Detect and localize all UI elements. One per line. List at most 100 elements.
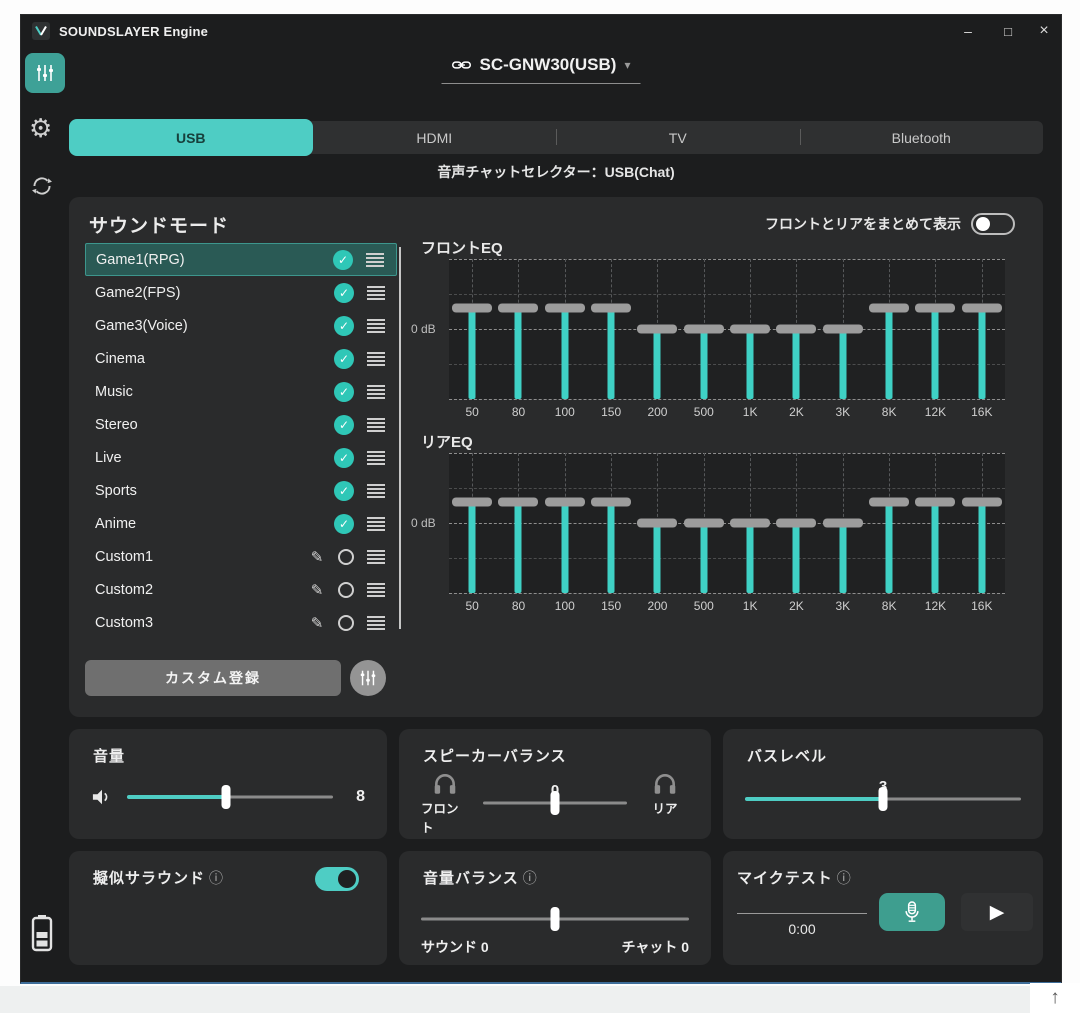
band-slider-handle[interactable] xyxy=(637,519,677,528)
radio-unchecked-icon[interactable] xyxy=(338,549,354,565)
band-slider-handle[interactable] xyxy=(730,325,770,334)
slider-handle[interactable] xyxy=(221,785,230,809)
eq-band-3k[interactable] xyxy=(820,259,866,399)
speaker-icon[interactable] xyxy=(91,787,113,807)
speaker-balance-slider[interactable]: 0 xyxy=(483,791,627,815)
eq-band-500[interactable] xyxy=(681,259,727,399)
band-slider-handle[interactable] xyxy=(915,304,955,313)
band-slider-handle[interactable] xyxy=(498,498,538,507)
refresh-icon[interactable] xyxy=(29,173,55,204)
radio-unchecked-icon[interactable] xyxy=(338,582,354,598)
band-slider-handle[interactable] xyxy=(637,325,677,334)
drag-handle-icon[interactable] xyxy=(367,286,385,300)
slider-handle[interactable] xyxy=(551,791,560,815)
band-slider-handle[interactable] xyxy=(915,498,955,507)
rear-eq-chart[interactable]: 0 dB xyxy=(449,453,1005,593)
checked-icon[interactable]: ✓ xyxy=(334,415,354,435)
tab-usb[interactable]: USB xyxy=(69,119,313,156)
band-slider-handle[interactable] xyxy=(684,325,724,334)
checked-icon[interactable]: ✓ xyxy=(334,316,354,336)
eq-band-100[interactable] xyxy=(542,259,588,399)
checked-icon[interactable]: ✓ xyxy=(333,250,353,270)
band-slider-handle[interactable] xyxy=(498,304,538,313)
drag-handle-icon[interactable] xyxy=(367,451,385,465)
bass-level-slider[interactable]: 3 xyxy=(745,787,1021,811)
eq-band-1k[interactable] xyxy=(727,453,773,593)
band-slider-handle[interactable] xyxy=(452,498,492,507)
band-slider-handle[interactable] xyxy=(545,304,585,313)
sound-mode-item-game2-fps-[interactable]: Game2(FPS)✓ xyxy=(85,276,397,309)
drag-handle-icon[interactable] xyxy=(367,484,385,498)
eq-band-50[interactable] xyxy=(449,259,495,399)
settings-gear-icon[interactable]: ⚙ xyxy=(29,115,52,141)
eq-band-16k[interactable] xyxy=(959,453,1005,593)
eq-band-12k[interactable] xyxy=(912,453,958,593)
volume-slider[interactable] xyxy=(127,785,333,809)
band-slider-handle[interactable] xyxy=(823,519,863,528)
mic-record-button[interactable] xyxy=(879,893,945,931)
checked-icon[interactable]: ✓ xyxy=(334,481,354,501)
drag-handle-icon[interactable] xyxy=(367,352,385,366)
eq-band-200[interactable] xyxy=(634,259,680,399)
eq-band-2k[interactable] xyxy=(773,259,819,399)
sound-mode-item-custom2[interactable]: Custom2✎ xyxy=(85,573,397,606)
sound-mode-item-anime[interactable]: Anime✓ xyxy=(85,507,397,540)
maximize-button[interactable]: □ xyxy=(995,19,1021,43)
eq-band-500[interactable] xyxy=(681,453,727,593)
combine-toggle[interactable] xyxy=(971,213,1015,235)
info-icon[interactable]: ⓘ xyxy=(209,868,224,888)
eq-band-2k[interactable] xyxy=(773,453,819,593)
band-slider-handle[interactable] xyxy=(962,498,1002,507)
drag-handle-icon[interactable] xyxy=(367,583,385,597)
custom-eq-button[interactable] xyxy=(350,660,386,696)
eq-band-16k[interactable] xyxy=(959,259,1005,399)
radio-unchecked-icon[interactable] xyxy=(338,615,354,631)
scroll-to-top-button[interactable]: ↑ xyxy=(1030,983,1080,1013)
sound-mode-item-live[interactable]: Live✓ xyxy=(85,441,397,474)
eq-band-8k[interactable] xyxy=(866,453,912,593)
eq-band-1k[interactable] xyxy=(727,259,773,399)
sound-mode-item-stereo[interactable]: Stereo✓ xyxy=(85,408,397,441)
front-eq-chart[interactable]: 0 dB xyxy=(449,259,1005,399)
eq-band-3k[interactable] xyxy=(820,453,866,593)
info-icon[interactable]: ⓘ xyxy=(837,868,852,888)
surround-toggle[interactable] xyxy=(315,867,359,891)
drag-handle-icon[interactable] xyxy=(367,418,385,432)
band-slider-handle[interactable] xyxy=(869,498,909,507)
band-slider-handle[interactable] xyxy=(962,304,1002,313)
eq-band-8k[interactable] xyxy=(866,259,912,399)
tab-bluetooth[interactable]: Bluetooth xyxy=(800,121,1044,154)
tab-tv[interactable]: TV xyxy=(556,121,800,154)
sound-mode-item-custom1[interactable]: Custom1✎ xyxy=(85,540,397,573)
band-slider-handle[interactable] xyxy=(591,498,631,507)
slider-handle[interactable] xyxy=(551,907,560,931)
drag-handle-icon[interactable] xyxy=(367,517,385,531)
band-slider-handle[interactable] xyxy=(545,498,585,507)
mic-play-button[interactable]: ▶ xyxy=(961,893,1033,931)
device-selector[interactable]: SC-GNW30(USB) ▾ xyxy=(442,51,641,84)
eq-band-12k[interactable] xyxy=(912,259,958,399)
checked-icon[interactable]: ✓ xyxy=(334,448,354,468)
eq-band-80[interactable] xyxy=(495,453,541,593)
checked-icon[interactable]: ✓ xyxy=(334,382,354,402)
band-slider-handle[interactable] xyxy=(823,325,863,334)
band-slider-handle[interactable] xyxy=(452,304,492,313)
edit-icon[interactable]: ✎ xyxy=(309,581,325,599)
sound-mode-item-music[interactable]: Music✓ xyxy=(85,375,397,408)
close-button[interactable]: × xyxy=(1031,19,1057,43)
tab-hdmi[interactable]: HDMI xyxy=(313,121,557,154)
drag-handle-icon[interactable] xyxy=(367,616,385,630)
drag-handle-icon[interactable] xyxy=(366,253,384,267)
checked-icon[interactable]: ✓ xyxy=(334,514,354,534)
volume-balance-slider[interactable] xyxy=(421,907,689,931)
band-slider-handle[interactable] xyxy=(591,304,631,313)
sound-mode-item-game1-rpg-[interactable]: Game1(RPG)✓ xyxy=(85,243,397,276)
eq-band-150[interactable] xyxy=(588,259,634,399)
checked-icon[interactable]: ✓ xyxy=(334,349,354,369)
drag-handle-icon[interactable] xyxy=(367,550,385,564)
sound-mode-item-sports[interactable]: Sports✓ xyxy=(85,474,397,507)
eq-band-80[interactable] xyxy=(495,259,541,399)
sound-mode-item-cinema[interactable]: Cinema✓ xyxy=(85,342,397,375)
custom-register-button[interactable]: カスタム登録 xyxy=(85,660,341,696)
minimize-button[interactable]: – xyxy=(955,19,981,43)
